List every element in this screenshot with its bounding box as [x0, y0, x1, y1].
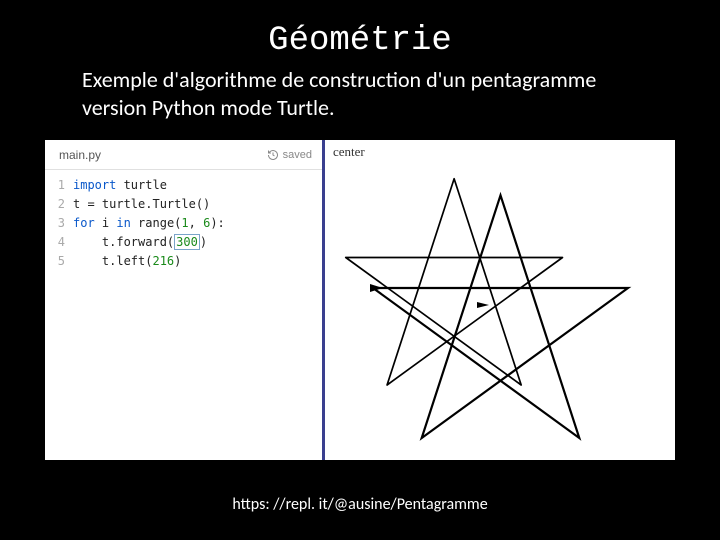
line-number: 3 [45, 214, 65, 233]
line-number: 1 [45, 176, 65, 195]
line-number: 2 [45, 195, 65, 214]
output-pane: center [325, 140, 675, 460]
line-number: 5 [45, 252, 65, 271]
footer-url: https: //repl. it/@ausine/Pentagramme [0, 495, 720, 514]
code-lines: import turtle t = turtle.Turtle() for i … [73, 176, 322, 271]
editor-tabbar: main.py saved [45, 140, 322, 170]
filename-tab: main.py [51, 144, 109, 166]
saved-indicator: saved [267, 149, 312, 161]
code-line: t.forward(300) [73, 233, 322, 252]
code-body: 1 2 3 4 5 import turtle t = turtle.Turtl… [45, 170, 322, 271]
code-line: for i in range(1, 6): [73, 214, 322, 233]
ide-screenshot: main.py saved 1 2 3 4 5 import turtle t … [45, 140, 675, 460]
code-line: t.left(216) [73, 252, 322, 271]
history-icon [267, 149, 279, 161]
slide-subtitle: Exemple d'algorithme de construction d'u… [0, 60, 720, 121]
code-line: t = turtle.Turtle() [73, 195, 322, 214]
output-label: center [325, 140, 675, 160]
turtle-canvas [325, 160, 675, 460]
slide-title: Géométrie [0, 0, 720, 60]
line-number: 4 [45, 233, 65, 252]
line-gutter: 1 2 3 4 5 [45, 176, 73, 271]
saved-label: saved [283, 149, 312, 161]
code-pane: main.py saved 1 2 3 4 5 import turtle t … [45, 140, 325, 460]
code-line: import turtle [73, 176, 322, 195]
